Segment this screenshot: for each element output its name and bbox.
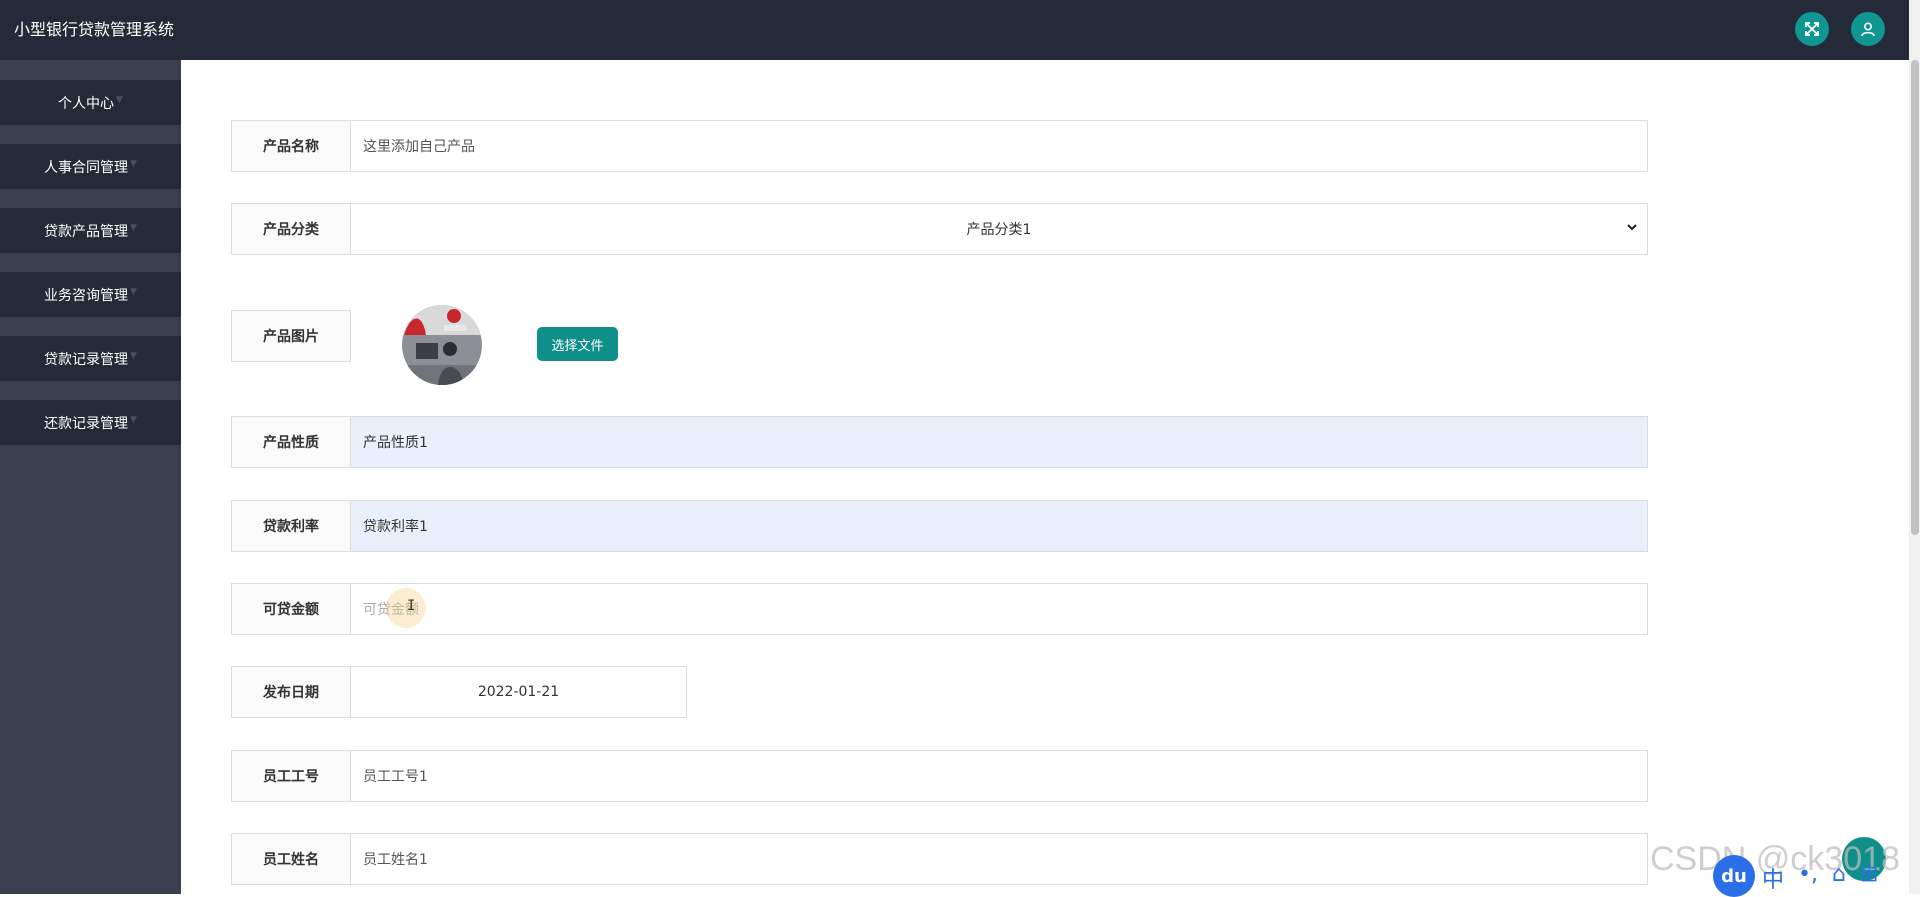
sidebar-item-hr-contract[interactable]: 人事合同管理 ▼	[0, 144, 181, 189]
loan-rate-row: 贷款利率 贷款利率1	[231, 500, 1648, 552]
product-name-row: 产品名称 这里添加自己产品	[231, 120, 1648, 172]
loanable-amount-row: 可贷金额 可贷金额	[231, 583, 1648, 635]
top-bar: 小型银行贷款管理系统	[0, 0, 1910, 60]
caret-down-icon: ▼	[130, 286, 137, 297]
loanable-amount-label: 可贷金额	[231, 583, 351, 635]
chevron-down-icon	[1625, 220, 1639, 238]
product-category-select[interactable]: 产品分类1	[351, 203, 1648, 255]
scrollbar-thumb[interactable]	[1911, 60, 1919, 535]
sidebar-item-label: 贷款记录管理	[44, 351, 129, 368]
employee-name-label: 员工姓名	[231, 833, 351, 885]
sidebar-item-label: 个人中心	[58, 95, 115, 112]
sidebar-item-label: 人事合同管理	[44, 159, 129, 176]
product-name-input[interactable]: 这里添加自己产品	[351, 120, 1648, 172]
app-title: 小型银行贷款管理系统	[14, 20, 175, 39]
punctuation-icon[interactable]: •,	[1798, 862, 1818, 894]
product-nature-row: 产品性质 产品性质1	[231, 416, 1648, 468]
employee-no-row: 员工工号 员工工号1	[231, 750, 1648, 802]
fullscreen-icon[interactable]	[1795, 12, 1829, 46]
sidebar-item-personal-center[interactable]: 个人中心 ▼	[0, 80, 181, 125]
product-nature-field: 产品性质1	[351, 416, 1648, 468]
sidebar-item-label: 还款记录管理	[44, 415, 129, 432]
caret-down-icon: ▼	[130, 222, 137, 233]
publish-date-row: 发布日期 2022-01-21	[231, 666, 687, 718]
ime-logo-icon[interactable]: du	[1713, 855, 1755, 897]
sidebar-item-repayment-records[interactable]: 还款记录管理 ▼	[0, 400, 181, 445]
employee-no-input[interactable]: 员工工号1	[351, 750, 1648, 802]
loanable-amount-input[interactable]: 可贷金额	[351, 583, 1648, 635]
product-image-thumbnail	[402, 305, 482, 385]
product-category-selected: 产品分类1	[966, 222, 1032, 238]
sidebar-item-loan-records[interactable]: 贷款记录管理 ▼	[0, 336, 181, 381]
user-icon[interactable]	[1851, 12, 1885, 46]
product-nature-label: 产品性质	[231, 416, 351, 468]
loan-rate-field: 贷款利率1	[351, 500, 1648, 552]
caret-down-icon: ▼	[130, 158, 137, 169]
publish-date-label: 发布日期	[231, 666, 351, 718]
loan-rate-label: 贷款利率	[231, 500, 351, 552]
employee-no-label: 员工工号	[231, 750, 351, 802]
employee-name-row: 员工姓名 员工姓名1	[231, 833, 1648, 885]
employee-name-input[interactable]: 员工姓名1	[351, 833, 1648, 885]
caret-down-icon: ▼	[130, 414, 137, 425]
caret-down-icon: ▼	[130, 350, 137, 361]
choose-file-button[interactable]: 选择文件	[537, 327, 618, 361]
grid-menu-icon[interactable]: ⊞	[1860, 862, 1878, 894]
product-image-row: 产品图片	[231, 310, 351, 362]
mouse-cursor-highlight	[386, 588, 426, 628]
caret-down-icon: ▼	[116, 94, 123, 105]
keyboard-icon[interactable]: ⌂	[1832, 862, 1846, 894]
product-name-label: 产品名称	[231, 120, 351, 172]
sidebar-item-consulting[interactable]: 业务咨询管理 ▼	[0, 272, 181, 317]
sidebar: 个人中心 ▼ 人事合同管理 ▼ 贷款产品管理 ▼ 业务咨询管理 ▼ 贷款记录管理 ▼ 还款…	[0, 60, 181, 894]
ime-toolbar: 中 •, ⌂ ⊞	[1762, 862, 1878, 894]
product-category-label: 产品分类	[231, 203, 351, 255]
sidebar-item-loan-product[interactable]: 贷款产品管理 ▼	[0, 208, 181, 253]
sidebar-item-label: 贷款产品管理	[44, 223, 129, 240]
sidebar-item-label: 业务咨询管理	[44, 287, 129, 304]
text-cursor-icon: I	[407, 598, 416, 614]
publish-date-input[interactable]: 2022-01-21	[351, 666, 687, 718]
ime-mode-indicator[interactable]: 中	[1762, 862, 1784, 894]
product-image-label: 产品图片	[231, 310, 351, 362]
product-category-row: 产品分类 产品分类1	[231, 203, 1648, 255]
